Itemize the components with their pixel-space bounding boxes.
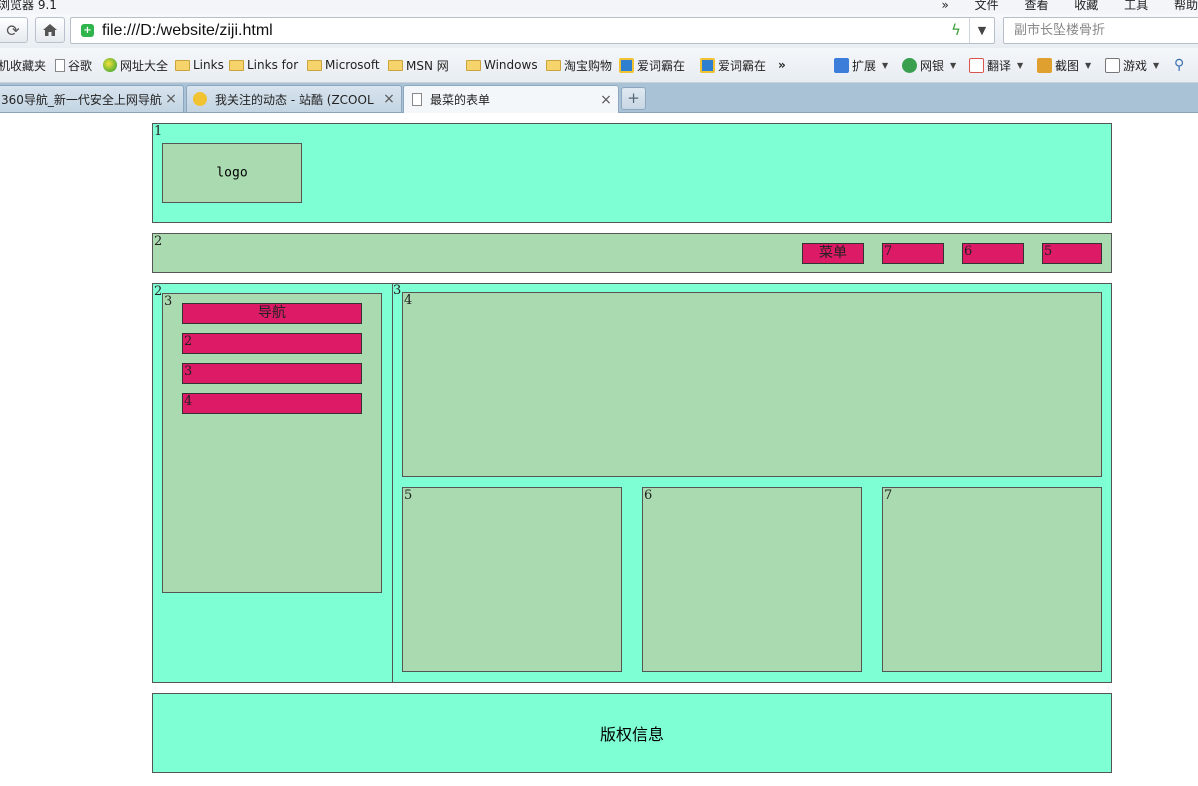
tool-screenshot[interactable]: 截图 ▼: [1037, 57, 1091, 73]
logo-text: logo: [216, 165, 248, 181]
gamepad-icon: [1105, 57, 1120, 73]
nav-item-4[interactable]: 4: [182, 393, 362, 414]
address-bar[interactable]: + file:///D:/website/ziji.html ϟ ▼: [70, 17, 995, 44]
folder-icon: [175, 59, 190, 71]
folder-icon: [388, 59, 403, 71]
tab-bar: 360导航_新一代安全上网导航 × 我关注的动态 - 站酷 (ZCOOL × 最…: [0, 83, 1198, 113]
menu-button-7[interactable]: 7: [882, 243, 944, 264]
menu-file[interactable]: 文件: [975, 0, 999, 12]
bookmark-item[interactable]: 爱词霸在: [700, 57, 766, 73]
bookmark-item[interactable]: 机收藏夹: [0, 57, 46, 73]
menu-bar: » 文件 查看 收藏 工具 帮助: [919, 0, 1198, 13]
bookmark-item[interactable]: 网址大全: [103, 57, 168, 73]
bookmark-folder[interactable]: 淘宝购物: [546, 57, 612, 73]
tool-translate[interactable]: 翻译 ▼: [969, 57, 1023, 73]
menu-tools[interactable]: 工具: [1124, 0, 1148, 12]
menu-overflow[interactable]: »: [941, 0, 948, 12]
home-icon: [43, 24, 57, 36]
secure-shield-icon: +: [81, 24, 94, 37]
copyright-text: 版权信息: [599, 725, 664, 744]
puzzle-icon: [834, 57, 849, 73]
bookmark-folder[interactable]: MSN 网: [388, 57, 449, 73]
menubar-number: 2: [154, 234, 163, 249]
shield-yen-icon: [902, 57, 917, 73]
avatar-icon: [619, 57, 634, 73]
sidebar-panel: 3 导航 2 3 4: [162, 293, 382, 593]
home-button[interactable]: [35, 17, 65, 43]
nav-item-2[interactable]: 2: [182, 333, 362, 354]
folder-icon: [307, 59, 322, 71]
nav-item-main[interactable]: 导航: [182, 303, 362, 324]
page-header: 1 logo: [152, 123, 1112, 223]
bookmark-item[interactable]: 谷歌: [55, 57, 92, 73]
refresh-icon: ⟳: [6, 20, 20, 40]
tool-extensions[interactable]: 扩展 ▼: [834, 57, 888, 73]
close-tab-icon[interactable]: ×: [163, 91, 179, 107]
search-input[interactable]: [1012, 18, 1198, 43]
bookmarks-bar: 机收藏夹 谷歌 网址大全 Links Links for Microsoft M…: [0, 48, 1198, 83]
bookmarks-overflow-button[interactable]: »: [778, 57, 786, 73]
lightning-icon[interactable]: ϟ: [951, 21, 961, 39]
sidebar-panel-number: 3: [164, 294, 173, 309]
tool-ebank[interactable]: 网银 ▼: [902, 57, 956, 73]
chevron-down-icon: ▼: [1017, 60, 1024, 70]
header-number: 1: [154, 124, 163, 139]
chevron-down-icon: ▼: [950, 60, 957, 70]
nav-item-3[interactable]: 3: [182, 363, 362, 384]
tool-games[interactable]: 游戏 ▼: [1105, 57, 1159, 73]
scissors-icon: [1037, 57, 1052, 73]
tab-active-form[interactable]: 最菜的表单 ×: [403, 85, 619, 113]
sidebar-column: 2 3 导航 2 3 4: [152, 283, 393, 683]
bookmark-folder[interactable]: Links for: [229, 57, 298, 73]
refresh-button[interactable]: ⟳: [0, 17, 28, 43]
content-panel-top: 4: [402, 292, 1102, 477]
navigation-toolbar: ⟳ + file:///D:/website/ziji.html ϟ ▼: [0, 14, 1198, 48]
content-panel-7: 7: [882, 487, 1102, 672]
close-tab-icon[interactable]: ×: [381, 91, 397, 107]
globe-icon: [103, 58, 117, 72]
folder-icon: [546, 59, 561, 71]
chevron-down-icon: ▼: [977, 24, 987, 37]
menu-bar-row: 2 菜单 7 6 5: [152, 233, 1112, 273]
menu-help[interactable]: 帮助: [1174, 0, 1198, 12]
page-icon: [412, 93, 422, 106]
bookmark-folder[interactable]: Microsoft: [307, 57, 380, 73]
close-tab-icon[interactable]: ×: [598, 92, 614, 108]
app-title: 全浏览器 9.1: [0, 0, 57, 12]
menu-button-6[interactable]: 6: [962, 243, 1024, 264]
tab-360-nav[interactable]: 360导航_新一代安全上网导航 ×: [0, 85, 184, 112]
bookmark-folder[interactable]: Links: [175, 57, 224, 73]
main-number: 3: [393, 283, 402, 298]
search-box[interactable]: [1003, 17, 1198, 44]
page-footer: 版权信息: [152, 693, 1112, 773]
tab-zcool[interactable]: 我关注的动态 - 站酷 (ZCOOL ×: [186, 85, 402, 112]
menu-view[interactable]: 查看: [1024, 0, 1048, 12]
chevron-down-icon: ▼: [1153, 60, 1160, 70]
menu-button-5[interactable]: 5: [1042, 243, 1102, 264]
tool-search[interactable]: ⚲: [1174, 57, 1184, 73]
folder-icon: [229, 59, 244, 71]
chevron-down-icon: ▼: [1085, 60, 1092, 70]
menu-button-main[interactable]: 菜单: [802, 243, 864, 264]
bookmark-folder[interactable]: Windows: [466, 57, 538, 73]
content-area: 2 3 导航 2 3 4 3 4 5 6 7: [152, 283, 1112, 683]
content-panel-6: 6: [642, 487, 862, 672]
bookmark-item[interactable]: 爱词霸在: [619, 57, 685, 73]
logo-box[interactable]: logo: [162, 143, 302, 203]
main-column: 3 4 5 6 7: [393, 283, 1112, 683]
zcool-logo-icon: [193, 92, 207, 106]
folder-icon: [466, 59, 481, 71]
menu-favorites[interactable]: 收藏: [1074, 0, 1098, 12]
address-url[interactable]: file:///D:/website/ziji.html: [102, 22, 273, 40]
content-panel-5: 5: [402, 487, 622, 672]
magnifier-icon: ⚲: [1174, 57, 1185, 73]
avatar-icon: [700, 57, 715, 73]
new-tab-button[interactable]: +: [621, 87, 646, 110]
window-titlebar: 全浏览器 9.1 » 文件 查看 收藏 工具 帮助: [0, 0, 1198, 14]
page-icon: [55, 58, 65, 72]
address-dropdown-button[interactable]: ▼: [969, 18, 994, 43]
chevron-down-icon: ▼: [882, 60, 889, 70]
translate-icon: [969, 57, 984, 73]
